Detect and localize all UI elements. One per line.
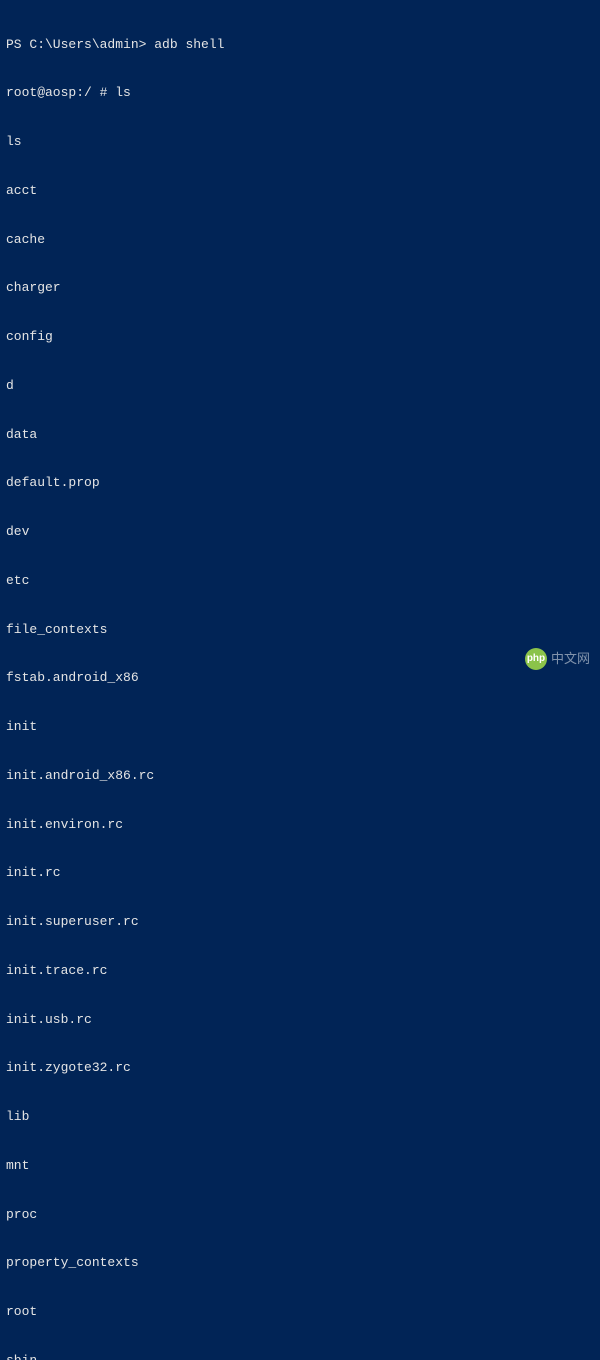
ls-entry: init.environ.rc — [6, 817, 594, 833]
root-prompt: root@aosp:/ # — [6, 85, 115, 101]
ls-entry: config — [6, 329, 594, 345]
ls-entry: proc — [6, 1207, 594, 1223]
ls-entry: etc — [6, 573, 594, 589]
ls-entry: init.usb.rc — [6, 1012, 594, 1028]
ps-prompt: PS C:\Users\admin> — [6, 37, 154, 53]
command-ls: ls — [115, 85, 131, 101]
ls-entry: lib — [6, 1109, 594, 1125]
ls-entry: property_contexts — [6, 1255, 594, 1271]
ls-entry: mnt — [6, 1158, 594, 1174]
ls-entry: d — [6, 378, 594, 394]
ls-entry: sbin — [6, 1353, 594, 1360]
ls-entry: init.trace.rc — [6, 963, 594, 979]
prompt-line-root-ls: root@aosp:/ # ls — [6, 85, 594, 101]
watermark-label: 中文网 — [551, 651, 590, 667]
ls-entry: init.android_x86.rc — [6, 768, 594, 784]
ls-entry: dev — [6, 524, 594, 540]
ls-entry: acct — [6, 183, 594, 199]
ls-entry: cache — [6, 232, 594, 248]
ls-entry: init.zygote32.rc — [6, 1060, 594, 1076]
ls-entry: charger — [6, 280, 594, 296]
command-adb-shell: adb shell — [154, 37, 224, 53]
prompt-line-ps-adb: PS C:\Users\admin> adb shell — [6, 37, 594, 53]
terminal-output[interactable]: PS C:\Users\admin> adb shell root@aosp:/… — [6, 4, 594, 1360]
ls-entry: root — [6, 1304, 594, 1320]
ls-entry: init.superuser.rc — [6, 914, 594, 930]
ls-entry: default.prop — [6, 475, 594, 491]
ls-entry: init.rc — [6, 865, 594, 881]
ls-entry: file_contexts — [6, 622, 594, 638]
watermark: php 中文网 — [525, 648, 590, 670]
watermark-logo-text: php — [527, 653, 545, 666]
echo-ls: ls — [6, 134, 594, 150]
ls-entry: data — [6, 427, 594, 443]
watermark-logo-icon: php — [525, 648, 547, 670]
ls-entry: init — [6, 719, 594, 735]
ls-entry: fstab.android_x86 — [6, 670, 594, 686]
